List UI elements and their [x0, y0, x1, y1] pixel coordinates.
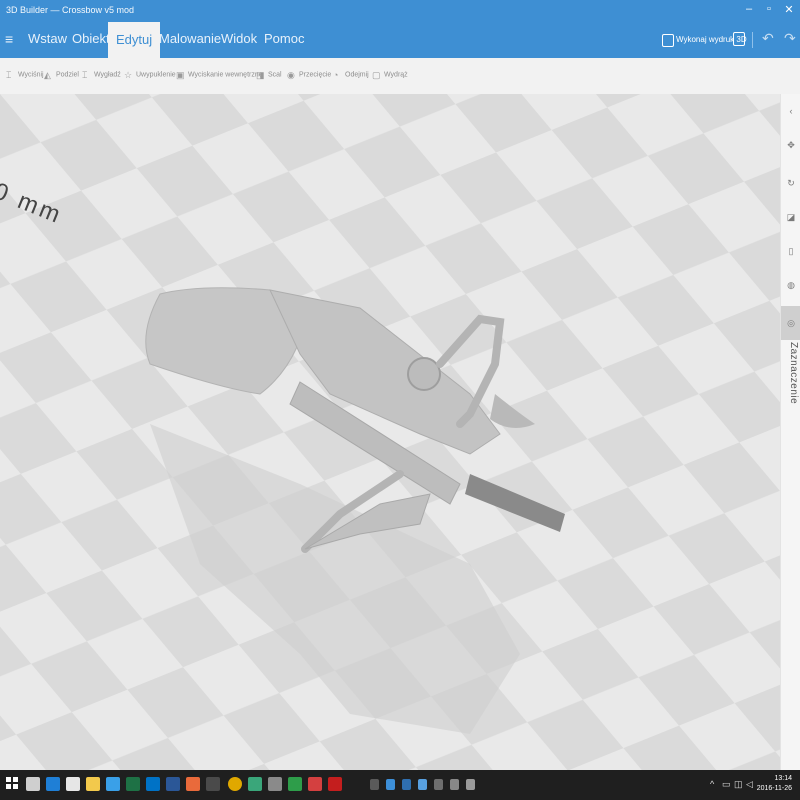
tab-wstaw[interactable]: Wstaw [28, 31, 67, 46]
app-icon[interactable] [248, 777, 262, 791]
hamburger-menu-icon[interactable]: ≡ [5, 31, 13, 47]
clock-time: 13:14 [774, 775, 792, 782]
app9-icon[interactable] [434, 779, 443, 790]
tool-smooth[interactable]: ⌶ Wygładź [82, 70, 121, 80]
hollow-icon: ▢ [372, 70, 381, 80]
extrude-icon: ⌶ [6, 70, 12, 80]
lock-icon[interactable]: ▯ [786, 246, 796, 256]
app6-icon[interactable] [386, 779, 395, 790]
merge-icon: ◨ [256, 70, 265, 80]
tool-extrude-down[interactable]: ▣ Wyciskanie wewnętrzne [176, 70, 263, 80]
close-button[interactable]: ✕ [782, 3, 796, 16]
minimize-button[interactable]: – [742, 3, 756, 15]
network-icon[interactable]: ◫ [734, 779, 743, 790]
tab-pomoc[interactable]: Pomoc [264, 31, 304, 46]
3d-builder-icon[interactable] [106, 777, 120, 791]
model-medallion [407, 357, 441, 391]
clock[interactable]: 13:14 2016-11-26 [757, 774, 792, 794]
scene-canvas[interactable] [0, 94, 780, 770]
edge-icon[interactable] [46, 777, 60, 791]
tool-subtract-label: Odejmij [345, 71, 369, 79]
app8-icon[interactable] [418, 779, 427, 790]
selection-panel-label: Zaznaczenie [788, 342, 799, 405]
collapse-icon[interactable]: ‹ [786, 106, 796, 116]
word-icon[interactable] [166, 777, 180, 791]
chrome-icon[interactable] [228, 777, 242, 791]
tool-merge[interactable]: ◨ Scal [256, 70, 282, 80]
tool-split[interactable]: ◭ Podziel [44, 70, 79, 80]
edit-toolbar: ⌶ Wyciśnij ◭ Podziel ⌶ Wygładź ☆ Uwypuklenie… [0, 58, 800, 95]
select-icon[interactable]: ◎ [781, 306, 800, 340]
subtract-icon: ◔ [333, 70, 339, 80]
app2-icon[interactable] [268, 777, 282, 791]
tab-obiekt[interactable]: Obiekt [72, 31, 110, 46]
tab-widok[interactable]: Widok [221, 31, 257, 46]
start-button[interactable] [6, 777, 18, 789]
volume-icon[interactable]: ◁ [746, 779, 753, 790]
move-icon[interactable]: ✥ [786, 140, 796, 150]
tool-intersect-label: Przecięcie [299, 71, 332, 79]
emboss-icon: ☆ [124, 70, 133, 80]
divider [752, 32, 753, 48]
paint-app-icon[interactable] [186, 777, 200, 791]
explorer-icon[interactable] [86, 777, 100, 791]
app4-icon[interactable] [308, 777, 322, 791]
tool-merge-label: Scal [268, 71, 282, 79]
account-icon[interactable] [733, 32, 745, 46]
redo-icon[interactable]: ↷ [784, 30, 796, 47]
outlook-icon[interactable] [146, 777, 160, 791]
tool-extrude[interactable]: ⌶ Wyciśnij [6, 70, 44, 80]
tool-emboss[interactable]: ☆ Uwypuklenie [124, 70, 176, 80]
title-bar: 3D Builder — Crossbow v5 mod – ▫ ✕ [0, 0, 800, 22]
app10-icon[interactable] [450, 779, 459, 790]
photos-icon[interactable] [206, 777, 220, 791]
app5-icon[interactable] [370, 779, 379, 790]
tool-hollow-label: Wydrąż [384, 71, 408, 79]
tool-extrude-down-label: Wyciskanie wewnętrzne [188, 71, 263, 79]
tool-intersect[interactable]: ◉ Przecięcie [287, 70, 332, 80]
tool-smooth-label: Wygładź [94, 71, 121, 79]
tool-hollow[interactable]: ▢ Wydrąż [372, 70, 408, 80]
smooth-icon: ⌶ [82, 70, 88, 80]
print-3d-icon[interactable] [662, 34, 674, 47]
tray-chevron-icon[interactable]: ^ [710, 779, 714, 789]
side-panel: ‹ ✥ ↻ ◪ ▯ ◍ ◎ Zaznaczenie [780, 94, 800, 770]
maximize-button[interactable]: ▫ [762, 3, 776, 15]
extrude-down-icon: ▣ [176, 70, 185, 80]
app11-icon[interactable] [466, 779, 475, 790]
app7-icon[interactable] [402, 779, 411, 790]
tool-extrude-label: Wyciśnij [18, 71, 44, 79]
tab-edytuj[interactable]: Edytuj [108, 22, 161, 58]
tool-emboss-label: Uwypuklenie [136, 71, 176, 79]
tab-malowanie[interactable]: Malowanie [159, 31, 221, 46]
undo-icon[interactable]: ↶ [762, 30, 774, 47]
app3-icon[interactable] [288, 777, 302, 791]
window-title: 3D Builder — Crossbow v5 mod [6, 5, 135, 15]
windows-taskbar: ^ ▭ ◫ ◁ 13:14 2016-11-26 [0, 770, 800, 800]
tool-subtract[interactable]: ◔ Odejmij [333, 70, 369, 80]
rotate-icon[interactable]: ↻ [786, 178, 796, 188]
battery-icon[interactable]: ▭ [722, 779, 731, 790]
scale-icon[interactable]: ◪ [786, 212, 796, 222]
acrobat-icon[interactable] [328, 777, 342, 791]
tool-split-label: Podziel [56, 71, 79, 79]
ribbon-tabs: ≡ Wstaw Obiekt Edytuj Malowanie Widok Po… [0, 22, 800, 58]
task-view-icon[interactable] [26, 777, 40, 791]
excel-icon[interactable] [126, 777, 140, 791]
intersect-icon: ◉ [287, 70, 295, 80]
split-icon: ◭ [44, 70, 51, 80]
clock-date: 2016-11-26 [756, 785, 792, 792]
3d-viewport[interactable]: 0 mm [0, 94, 780, 770]
paint-icon[interactable]: ◍ [786, 280, 796, 290]
store-icon[interactable] [66, 777, 80, 791]
